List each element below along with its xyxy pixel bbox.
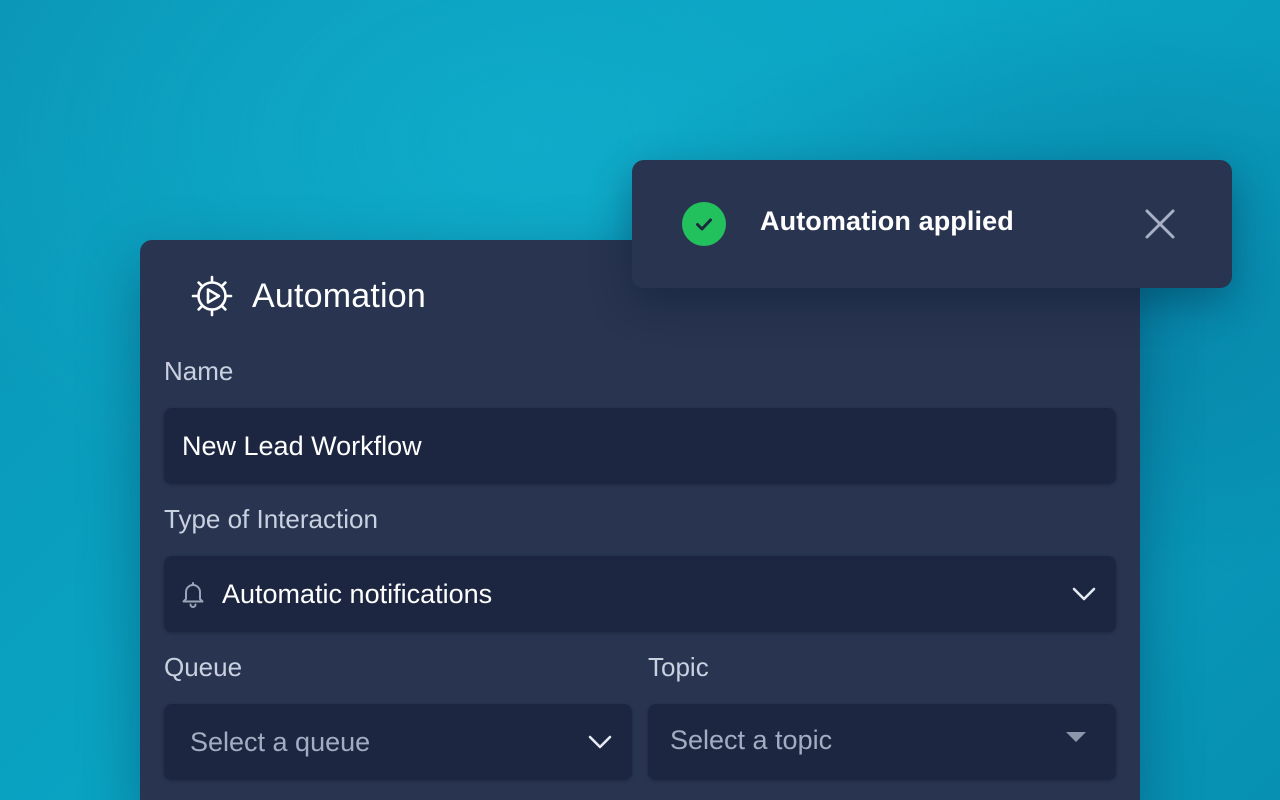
close-icon[interactable] [1142, 206, 1178, 242]
name-label: Name [164, 356, 234, 386]
toast-message: Automation applied [760, 206, 1014, 236]
name-input-value: New Lead Workflow [182, 430, 422, 461]
card-header: Automation [190, 272, 426, 320]
chevron-down-icon [586, 728, 614, 756]
queue-placeholder: Select a queue [190, 726, 371, 757]
caret-down-icon [1066, 732, 1086, 742]
topic-select[interactable]: Select a topic [648, 704, 1116, 780]
queue-select[interactable]: Select a queue [164, 704, 632, 780]
card-title: Automation [252, 276, 426, 315]
bell-icon [178, 579, 208, 609]
interaction-type-value: Automatic notifications [222, 578, 493, 609]
chevron-down-icon [1070, 580, 1098, 608]
name-input[interactable]: New Lead Workflow [164, 408, 1116, 484]
gear-play-icon [190, 274, 234, 318]
success-toast: Automation applied [632, 160, 1232, 288]
interaction-type-label: Type of Interaction [164, 504, 378, 534]
queue-label: Queue [164, 652, 243, 682]
topic-placeholder: Select a topic [670, 724, 833, 755]
interaction-type-select[interactable]: Automatic notifications [164, 556, 1116, 632]
check-circle-icon [682, 202, 726, 246]
topic-label: Topic [648, 652, 709, 682]
automation-card: Automation Name New Lead Workflow Type o… [140, 240, 1140, 800]
